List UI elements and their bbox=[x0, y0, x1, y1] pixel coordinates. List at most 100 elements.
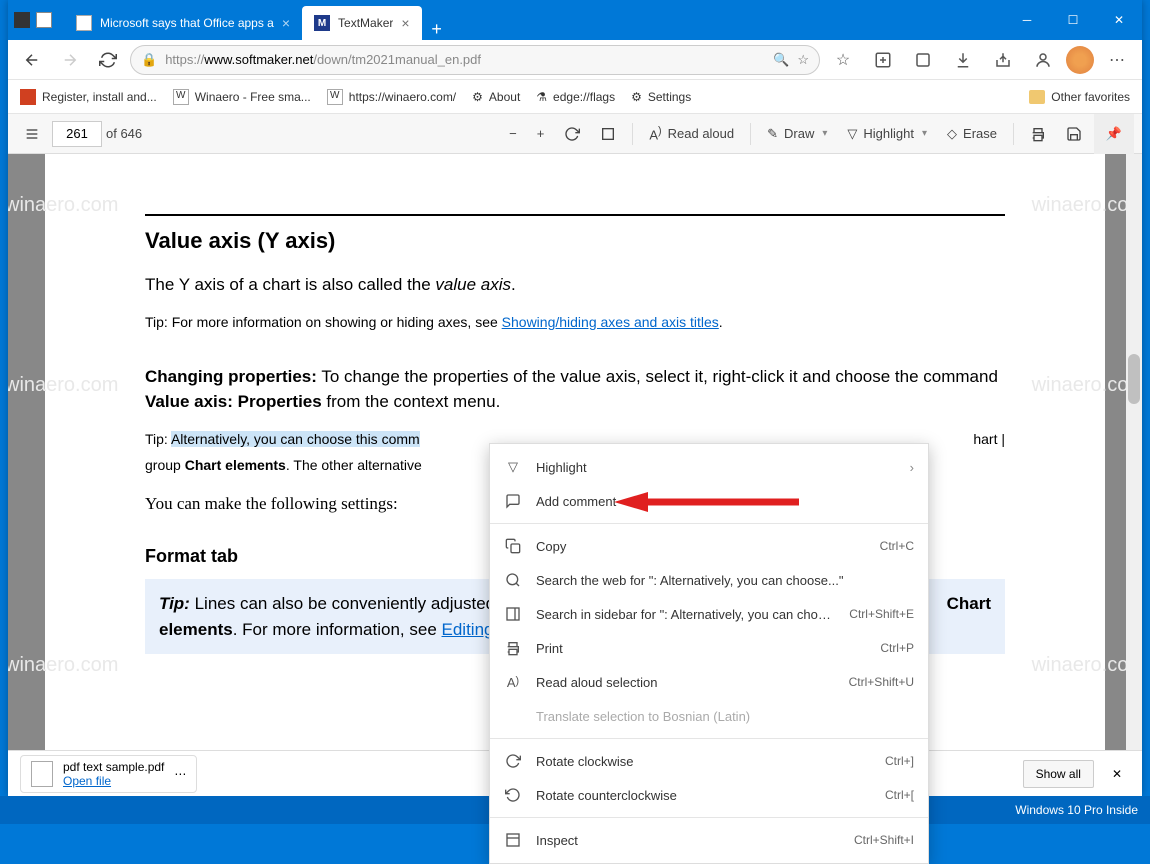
ctx-rotate-ccw[interactable]: Rotate counterclockwise Ctrl+[ bbox=[490, 778, 928, 812]
close-button[interactable]: ✕ bbox=[1096, 0, 1142, 40]
bookmark-item[interactable]: WWinaero - Free sma... bbox=[173, 89, 311, 105]
ctx-search-sidebar[interactable]: Search in sidebar for ": Alternatively, … bbox=[490, 597, 928, 631]
pin-toolbar-button[interactable]: 📌 bbox=[1094, 114, 1134, 154]
paragraph: Changing properties: To change the prope… bbox=[145, 364, 1005, 415]
bookmark-label: Other favorites bbox=[1051, 90, 1130, 104]
bookmark-item[interactable]: ⚗edge://flags bbox=[536, 90, 615, 104]
url-box[interactable]: 🔒 https://www.softmaker.net/down/tm2021m… bbox=[130, 45, 820, 75]
chevron-down-icon: ▾ bbox=[822, 128, 827, 139]
rotate-button[interactable] bbox=[556, 118, 588, 150]
forward-button[interactable] bbox=[54, 44, 86, 76]
ctx-add-comment[interactable]: Add comment bbox=[490, 484, 928, 518]
ctx-highlight[interactable]: ▽ Highlight › bbox=[490, 450, 928, 484]
ctx-rotate-cw[interactable]: Rotate clockwise Ctrl+] bbox=[490, 744, 928, 778]
zoom-in-button[interactable]: + bbox=[529, 118, 553, 150]
sidebar-toggle[interactable] bbox=[16, 118, 48, 150]
account-button[interactable] bbox=[1026, 44, 1060, 76]
close-tab-icon[interactable]: × bbox=[401, 15, 409, 31]
taskbar-app-icon bbox=[36, 12, 52, 28]
watermark: winaero.com bbox=[8, 654, 118, 677]
comment-icon bbox=[504, 493, 522, 509]
lock-icon: 🔒 bbox=[141, 52, 157, 68]
ctx-inspect[interactable]: Inspect Ctrl+Shift+I bbox=[490, 823, 928, 857]
read-aloud-button[interactable]: A)Read aloud bbox=[641, 118, 742, 150]
gear-icon: ⚙ bbox=[472, 90, 483, 104]
taskbar-text: Windows 10 Pro Inside bbox=[1015, 803, 1138, 817]
paragraph: Tip: For more information on showing or … bbox=[145, 312, 1005, 334]
bookmarks-bar: Register, install and... WWinaero - Free… bbox=[8, 80, 1142, 114]
zoom-indicator-icon[interactable]: 🔍 bbox=[773, 52, 789, 68]
bookmark-item[interactable]: ⚙ About bbox=[472, 90, 520, 104]
share-button[interactable] bbox=[986, 44, 1020, 76]
fit-page-button[interactable] bbox=[592, 118, 624, 150]
bookmark-item[interactable]: Whttps://winaero.com/ bbox=[327, 89, 456, 105]
extension-button[interactable] bbox=[906, 44, 940, 76]
highlighter-icon: ▽ bbox=[504, 459, 522, 475]
pdf-file-icon bbox=[31, 761, 53, 787]
ctx-translate: Translate selection to Bosnian (Latin) bbox=[490, 699, 928, 733]
downloads-button[interactable] bbox=[946, 44, 980, 76]
new-tab-button[interactable]: + bbox=[422, 19, 452, 40]
draw-button[interactable]: ✎Draw▾ bbox=[759, 118, 835, 150]
close-download-bar[interactable]: ✕ bbox=[1104, 767, 1130, 781]
download-filename: pdf text sample.pdf bbox=[63, 760, 164, 774]
sidebar-search-icon bbox=[504, 606, 522, 622]
ctx-search-web[interactable]: Search the web for ": Alternatively, you… bbox=[490, 563, 928, 597]
flask-icon: ⚗ bbox=[536, 90, 547, 104]
profile-avatar[interactable] bbox=[1066, 46, 1094, 74]
show-all-downloads-button[interactable]: Show all bbox=[1023, 760, 1094, 788]
ctx-copy[interactable]: Copy Ctrl+C bbox=[490, 529, 928, 563]
other-favorites[interactable]: Other favorites bbox=[1029, 90, 1130, 104]
back-button[interactable] bbox=[16, 44, 48, 76]
browser-tab-active[interactable]: M TextMaker × bbox=[302, 6, 422, 40]
rotate-ccw-icon bbox=[504, 787, 522, 803]
doc-link[interactable]: Editing bbox=[442, 620, 494, 639]
ctx-print[interactable]: Print Ctrl+P bbox=[490, 631, 928, 665]
erase-button[interactable]: ◇Erase bbox=[939, 118, 1005, 150]
print-icon bbox=[504, 640, 522, 656]
vertical-scrollbar[interactable] bbox=[1126, 154, 1142, 750]
bookmark-item[interactable]: Register, install and... bbox=[20, 89, 157, 105]
titlebar: Microsoft says that Office apps a × M Te… bbox=[8, 0, 1142, 40]
page-number-input[interactable] bbox=[52, 121, 102, 147]
bookmark-label: About bbox=[489, 90, 520, 104]
chevron-down-icon: ▾ bbox=[922, 128, 927, 139]
tab-label: Microsoft says that Office apps a bbox=[100, 16, 274, 30]
bookmark-label: Settings bbox=[648, 90, 691, 104]
highlight-button[interactable]: ▽Highlight▾ bbox=[839, 118, 935, 150]
window-controls: ─ ☐ ✕ bbox=[1004, 0, 1142, 40]
reader-icon[interactable]: ☆ bbox=[797, 52, 809, 68]
scrollbar-thumb[interactable] bbox=[1128, 354, 1140, 404]
eraser-icon: ◇ bbox=[947, 126, 957, 142]
doc-link[interactable]: Showing/hiding axes and axis titles bbox=[502, 314, 719, 330]
bookmark-item[interactable]: ⚙Settings bbox=[631, 90, 691, 104]
watermark: winaero.com bbox=[8, 374, 118, 397]
print-button[interactable] bbox=[1022, 118, 1054, 150]
download-menu-button[interactable]: ⋯ bbox=[174, 767, 186, 781]
tabstrip: Microsoft says that Office apps a × M Te… bbox=[58, 0, 1004, 40]
url-text: https://www.softmaker.net/down/tm2021man… bbox=[165, 52, 765, 67]
maximize-button[interactable]: ☐ bbox=[1050, 0, 1096, 40]
zoom-out-button[interactable]: − bbox=[501, 118, 525, 150]
bookmark-label: https://winaero.com/ bbox=[349, 90, 456, 104]
page-count-label: of 646 bbox=[106, 126, 142, 141]
selected-text: Alternatively, you can choose this comm bbox=[171, 431, 420, 447]
address-bar: 🔒 https://www.softmaker.net/down/tm2021m… bbox=[8, 40, 1142, 80]
chevron-right-icon: › bbox=[910, 460, 914, 475]
favorites-button[interactable]: ☆ bbox=[826, 44, 860, 76]
save-button[interactable] bbox=[1058, 118, 1090, 150]
pen-icon: ✎ bbox=[767, 126, 778, 142]
open-file-link[interactable]: Open file bbox=[63, 774, 164, 788]
favicon: M bbox=[314, 15, 330, 31]
download-item[interactable]: pdf text sample.pdf Open file ⋯ bbox=[20, 755, 197, 793]
browser-tab[interactable]: Microsoft says that Office apps a × bbox=[64, 6, 302, 40]
ctx-read-aloud[interactable]: A) Read aloud selection Ctrl+Shift+U bbox=[490, 665, 928, 699]
close-tab-icon[interactable]: × bbox=[282, 15, 290, 31]
menu-button[interactable]: ⋯ bbox=[1100, 44, 1134, 76]
context-menu: ▽ Highlight › Add comment Copy Ctrl+C Se… bbox=[489, 443, 929, 864]
collections-button[interactable] bbox=[866, 44, 900, 76]
minimize-button[interactable]: ─ bbox=[1004, 0, 1050, 40]
refresh-button[interactable] bbox=[92, 44, 124, 76]
folder-icon bbox=[1029, 90, 1045, 104]
search-icon bbox=[504, 572, 522, 588]
